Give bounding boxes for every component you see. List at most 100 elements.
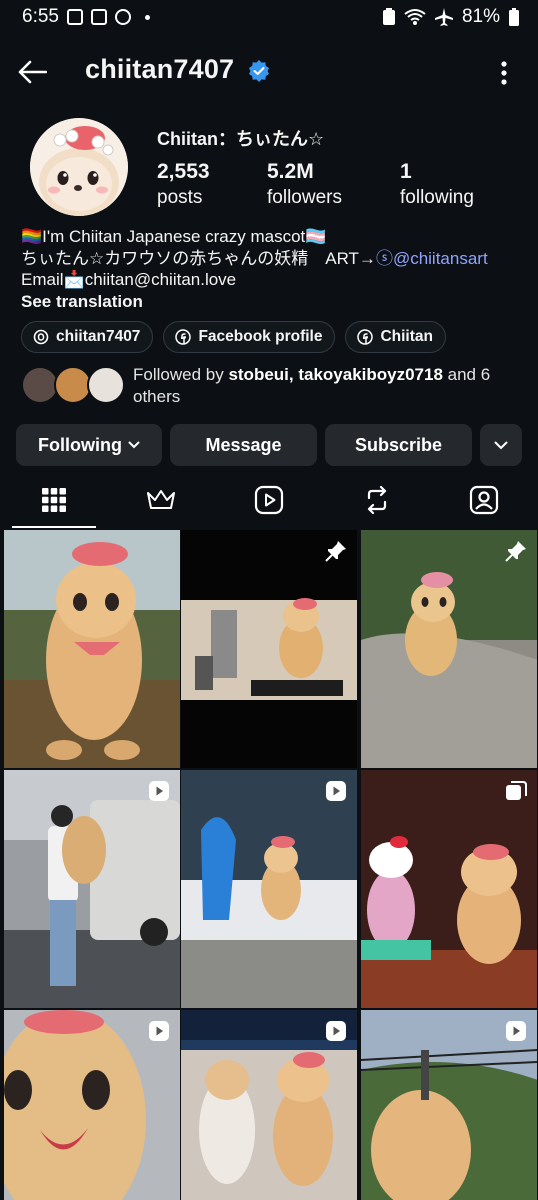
followed-by-text: Followed by stobeui, takoyakiboyz0718 an… [133, 364, 528, 408]
tab-reels[interactable] [215, 472, 323, 528]
bio-tagline: I'm Chiitan Japanese crazy mascot [42, 227, 306, 246]
repost-icon [367, 485, 386, 515]
following-count: 1 [400, 160, 412, 183]
posts-count: 2,553 [157, 160, 210, 183]
facebook-chip-label: Facebook profile [198, 328, 323, 345]
chiitan-park-photo [4, 530, 180, 768]
reel-icon [506, 1021, 526, 1041]
chiitan-hello-kitty-photo [361, 770, 537, 1008]
threads-icon [33, 329, 49, 345]
followers-label: followers [267, 187, 342, 208]
stat-followers[interactable]: 5.2M followers [267, 160, 342, 209]
followed-by-prefix: Followed by [133, 365, 229, 384]
status-bar: 6:55 81% [0, 0, 538, 34]
back-arrow-icon [18, 60, 47, 84]
post-thumbnail[interactable] [4, 770, 180, 1008]
chiitan-avatar-image [30, 118, 128, 216]
email-address: chiitan@chiitan.love [84, 270, 237, 289]
chiitan-street-van-photo [4, 770, 180, 1008]
bio-line-1: 🏳️‍🌈I'm Chiitan Japanese crazy mascot🏳️‍… [21, 226, 521, 248]
reel-icon [326, 1021, 346, 1041]
followed-by-row[interactable]: Followed by stobeui, takoyakiboyz0718 an… [21, 364, 531, 408]
tab-posts-grid[interactable] [0, 472, 108, 528]
verified-badge-icon [249, 60, 269, 82]
post-thumbnail[interactable] [361, 530, 537, 768]
post-thumbnail[interactable] [181, 530, 357, 768]
profile-avatar[interactable] [30, 118, 128, 216]
email-label: Email [21, 270, 64, 289]
profile-header: chiitan7407 [0, 44, 538, 100]
threads-mention-icon: ⓢ [375, 248, 393, 268]
stat-following[interactable]: 1 following [400, 160, 474, 209]
pinned-icon [505, 541, 526, 562]
rainbow-flag-emoji: 🏳️‍🌈 [21, 227, 43, 246]
followers-count: 5.2M [267, 160, 314, 183]
following-button[interactable]: Following [16, 424, 162, 466]
threads-chip-label: chiitan7407 [56, 328, 141, 345]
pinned-icon [325, 541, 346, 562]
threads-chip[interactable]: chiitan7407 [21, 321, 154, 353]
post-thumbnail[interactable] [361, 770, 537, 1008]
notification-icon [66, 9, 83, 25]
bio-japanese-text: ちぃたん☆カワウソの赤ちゃんの妖精 ART→ [21, 248, 376, 268]
data-saver-icon [382, 8, 395, 25]
facebook-page-chip-label: Chiitan [380, 328, 433, 345]
crown-icon [147, 490, 176, 509]
tab-reposts[interactable] [323, 472, 431, 528]
chiitan-hillside-photo [361, 530, 537, 768]
back-button[interactable] [14, 54, 50, 90]
tab-tagged[interactable] [430, 472, 538, 528]
profile-bio: 🏳️‍🌈I'm Chiitan Japanese crazy mascot🏳️‍… [21, 226, 521, 312]
reel-icon [326, 781, 346, 801]
status-time: 6:55 [22, 6, 59, 27]
follower-avatar [87, 366, 125, 404]
tab-subscriber-content[interactable] [108, 472, 216, 528]
bio-line-3: Email📩chiitan@chiitan.love [21, 269, 521, 291]
post-thumbnail[interactable] [181, 1010, 357, 1200]
followed-by-names: stobeui, takoyakiboyz0718 [228, 365, 443, 384]
profile-username: chiitan7407 [85, 54, 235, 84]
chiitan-kadoma-sign-photo [181, 770, 357, 1008]
message-button[interactable]: Message [170, 424, 317, 466]
profile-actions: Following Message Subscribe [16, 424, 522, 466]
post-thumbnail[interactable] [181, 770, 357, 1008]
following-label: following [400, 187, 474, 208]
post-thumbnail[interactable] [4, 1010, 180, 1200]
following-button-label: Following [38, 434, 122, 455]
facebook-profile-chip[interactable]: Facebook profile [163, 321, 336, 353]
suggested-accounts-button[interactable] [480, 424, 522, 466]
tagged-icon [470, 485, 499, 515]
posts-label: posts [157, 187, 203, 208]
airplane-mode-icon [434, 8, 453, 26]
chiitan-treadmill-photo [181, 530, 357, 768]
carousel-icon [506, 781, 527, 800]
reel-icon [149, 781, 169, 801]
chevron-down-icon [494, 441, 508, 449]
posts-grid [0, 530, 538, 1200]
trans-flag-emoji: 🏳️‍⚧️ [305, 227, 327, 246]
facebook-page-chip[interactable]: Chiitan [345, 321, 446, 353]
art-account-link[interactable]: @chiitansart [393, 249, 488, 268]
message-button-label: Message [205, 434, 282, 455]
facebook-icon [357, 329, 374, 345]
wifi-icon [404, 9, 426, 25]
chevron-down-icon [128, 441, 140, 449]
more-notifications-icon [144, 14, 150, 20]
post-thumbnail[interactable] [4, 530, 180, 768]
reel-icon [149, 1021, 169, 1041]
subscribe-button-label: Subscribe [354, 434, 443, 455]
bio-line-2: ちぃたん☆カワウソの赤ちゃんの妖精 ART→ⓢ@chiitansart [21, 248, 521, 270]
subscribe-button[interactable]: Subscribe [325, 424, 472, 466]
see-translation-link[interactable]: See translation [21, 291, 521, 313]
stat-posts[interactable]: 2,553 posts [157, 160, 210, 209]
profile-tabs [0, 472, 538, 528]
battery-percent: 81% [461, 6, 500, 27]
profile-link-chips: chiitan7407 Facebook profile Chiitan [21, 321, 446, 353]
display-name: Chiitan：ちぃたん☆ [157, 129, 325, 149]
reels-icon [254, 485, 284, 515]
battery-icon [509, 8, 519, 26]
more-options-icon[interactable] [500, 60, 508, 86]
post-thumbnail[interactable] [361, 1010, 537, 1200]
facebook-icon [175, 329, 192, 345]
envelope-emoji: 📩 [63, 270, 85, 289]
